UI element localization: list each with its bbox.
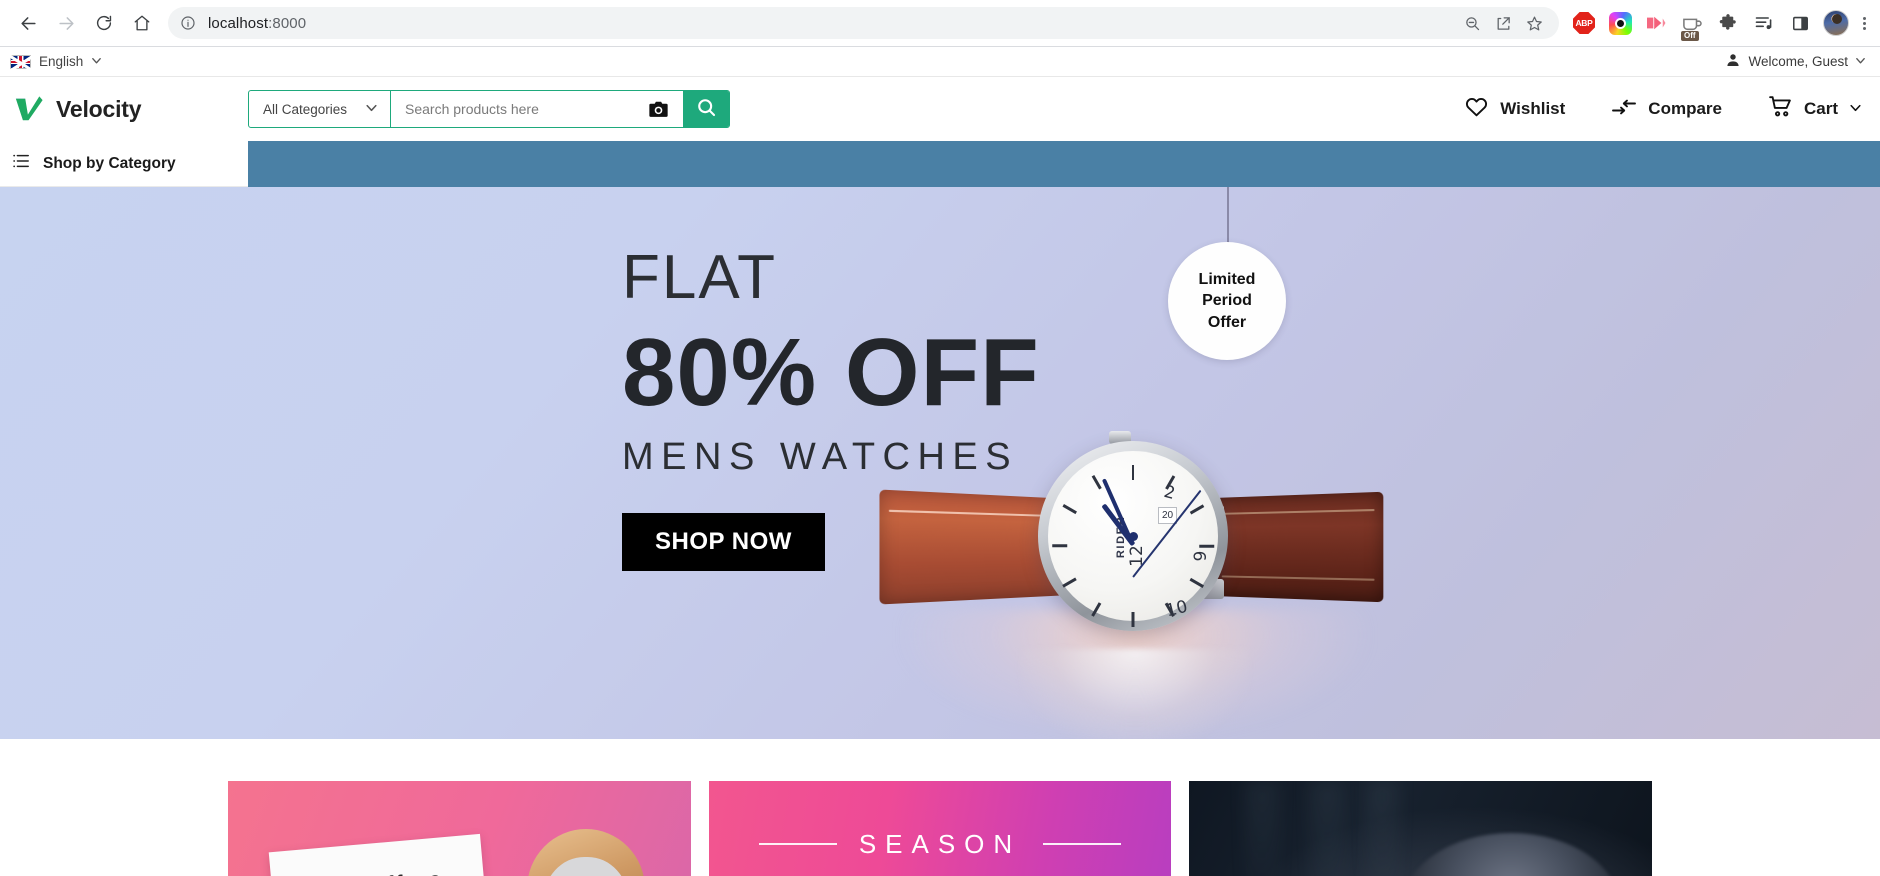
chevron-down-icon [1849, 99, 1862, 119]
category-dropdown-label: All Categories [263, 101, 348, 117]
nav-compare[interactable]: Compare [1611, 96, 1722, 123]
badge-line-1: Limited [1198, 271, 1256, 289]
offer-badge-string [1227, 187, 1229, 249]
rule-right [1043, 843, 1122, 845]
promo-card-dark[interactable] [1189, 781, 1653, 876]
camera-search-icon[interactable] [642, 100, 673, 119]
watch-number-6: 6 [1188, 550, 1209, 562]
model-photo [526, 829, 645, 876]
dark-subject-image [1402, 833, 1621, 876]
nav-compare-label: Compare [1648, 99, 1722, 118]
address-bar-text: localhost:8000 [208, 14, 307, 32]
promo-card-new-offers[interactable]: New Offers [228, 781, 691, 876]
address-bar[interactable]: localhost:8000 [168, 7, 1559, 39]
chevron-down-icon [1855, 54, 1866, 69]
uk-flag-icon [10, 54, 31, 69]
home-button[interactable] [124, 5, 160, 41]
rule-left [758, 843, 837, 845]
nav-cart[interactable]: Cart [1768, 94, 1862, 124]
badge-line-2: Period [1202, 292, 1252, 310]
promo-card-season[interactable]: SEASON [708, 781, 1172, 876]
forward-button[interactable] [48, 5, 84, 41]
reload-button[interactable] [86, 5, 122, 41]
shop-now-button[interactable]: SHOP NOW [622, 512, 825, 571]
hero-copy: FLAT 80% OFF MENS WATCHES SHOP NOW [622, 247, 1040, 571]
promo-card-row: New Offers SEASON [0, 739, 1880, 876]
hero-banner[interactable]: Limited Period Offer 2 12 6 10 RIDER 20 … [0, 187, 1880, 739]
zoom-out-icon[interactable] [1464, 15, 1481, 32]
search-bar: All Categories [248, 90, 730, 128]
browser-toolbar: localhost:8000 ABP Off [0, 0, 1880, 46]
media-playlist-icon[interactable] [1751, 10, 1777, 36]
utility-bar: English Welcome, Guest [0, 46, 1880, 77]
category-bar: Shop by Category [0, 141, 1880, 187]
hero-headline-1: FLAT [622, 243, 777, 312]
list-menu-icon [12, 152, 30, 175]
person-icon [1725, 52, 1741, 71]
site-info-icon[interactable] [180, 15, 196, 31]
watch-dial: 2 12 6 10 RIDER 20 [1048, 451, 1218, 627]
new-offers-sign: New Offers [268, 833, 488, 876]
watch-case: 2 12 6 10 RIDER 20 [1038, 441, 1228, 631]
color-picker-icon[interactable] [1607, 10, 1633, 36]
shop-by-category-button[interactable]: Shop by Category [0, 141, 248, 187]
video-downloader-icon[interactable] [1643, 10, 1669, 36]
browser-menu-icon[interactable] [1859, 16, 1870, 30]
nav-wishlist-label: Wishlist [1500, 99, 1566, 118]
profile-avatar[interactable] [1823, 10, 1849, 36]
hero-headline-2: 80% OFF [622, 319, 1040, 426]
search-input[interactable] [405, 101, 642, 117]
new-offers-label: New Offers [312, 868, 444, 876]
heart-icon [1464, 94, 1489, 124]
limited-period-offer-badge: Limited Period Offer [1168, 242, 1286, 360]
hero-subheadline: MENS WATCHES [622, 435, 1019, 478]
category-bar-accent [248, 141, 1880, 187]
chevron-down-icon [365, 101, 378, 117]
language-selector[interactable]: English [10, 54, 102, 69]
season-headline-group: SEASON [758, 828, 1122, 860]
search-icon [696, 97, 717, 121]
shop-by-category-label: Shop by Category [43, 154, 176, 172]
search-input-wrapper [391, 91, 683, 127]
side-panel-icon[interactable] [1787, 10, 1813, 36]
velocity-check-logo [14, 94, 44, 124]
season-label: SEASON [858, 828, 1022, 859]
nav-cart-label: Cart [1803, 99, 1838, 118]
search-submit-button[interactable] [683, 91, 729, 127]
category-dropdown[interactable]: All Categories [249, 91, 391, 127]
browser-nav-buttons [10, 5, 160, 41]
share-icon[interactable] [1495, 15, 1512, 32]
account-label: Welcome, Guest [1748, 54, 1848, 69]
shopping-cart-icon [1768, 94, 1793, 124]
keep-awake-icon[interactable]: Off [1679, 10, 1705, 41]
bookmark-star-icon[interactable] [1526, 15, 1543, 32]
back-button[interactable] [10, 5, 46, 41]
language-label: English [39, 54, 84, 69]
site-header: Velocity All Categories Wishlist [0, 77, 1880, 141]
hero-image: Limited Period Offer 2 12 6 10 RIDER 20 … [0, 187, 1880, 739]
compare-arrows-icon [1611, 96, 1637, 123]
account-menu[interactable]: Welcome, Guest [1725, 52, 1866, 71]
browser-extensions: ABP Off [1565, 10, 1870, 41]
badge-line-3: Offer [1207, 313, 1247, 331]
header-nav: Wishlist Compare Cart [1464, 94, 1862, 124]
watch-number-2: 2 [1161, 481, 1178, 505]
chevron-down-icon [91, 54, 102, 69]
adblock-plus-icon[interactable]: ABP [1571, 10, 1597, 36]
brand-name: Velocity [56, 95, 142, 122]
extensions-puzzle-icon[interactable] [1715, 10, 1741, 36]
brand-logo-link[interactable]: Velocity [14, 94, 248, 124]
nav-wishlist[interactable]: Wishlist [1464, 94, 1565, 124]
